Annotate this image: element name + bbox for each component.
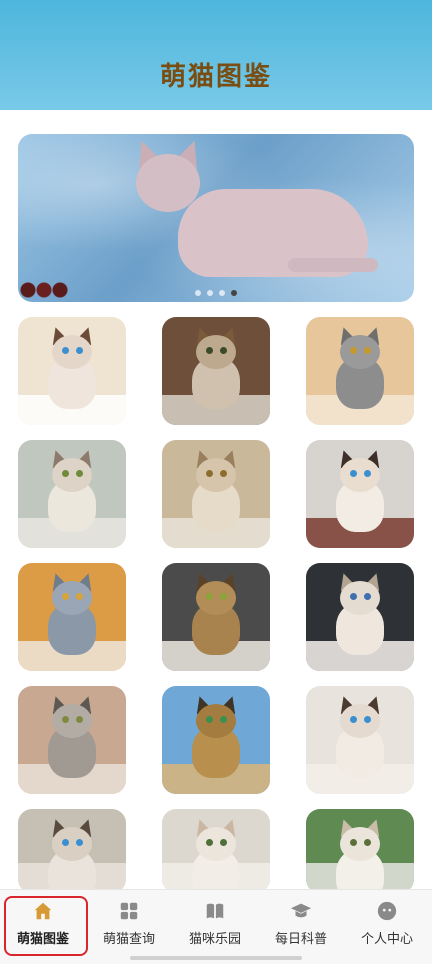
cat-eye	[62, 347, 69, 354]
cat-photo-card[interactable]	[18, 440, 126, 548]
cat-photo-card[interactable]	[18, 563, 126, 671]
cat-eye	[220, 593, 227, 600]
cat-photo-card[interactable]	[18, 317, 126, 425]
cat-eye	[350, 593, 357, 600]
carousel-dot[interactable]	[195, 290, 201, 296]
cat-eye	[206, 347, 213, 354]
hero-banner[interactable]	[18, 134, 414, 302]
cat-eye	[76, 347, 83, 354]
carousel-dot[interactable]	[219, 290, 225, 296]
cat-eye	[206, 593, 213, 600]
cat-head	[196, 458, 236, 492]
tab-personal-center[interactable]: 个人中心	[344, 900, 430, 956]
cat-head	[340, 458, 380, 492]
cat-eye	[76, 593, 83, 600]
cat-eye	[76, 470, 83, 477]
cat-eye	[76, 839, 83, 846]
cat-eye	[62, 839, 69, 846]
tab-cat-park[interactable]: 猫咪乐园	[172, 900, 258, 956]
tab-label: 萌猫查询	[102, 932, 155, 947]
tab-daily-science[interactable]: 每日科普	[258, 900, 344, 956]
cat-head	[52, 581, 92, 615]
banner-cat-head	[136, 154, 200, 212]
cat-photo-card[interactable]	[306, 809, 414, 893]
chat-bubble-icon	[377, 901, 397, 921]
tab-cat-search[interactable]: 萌猫查询	[86, 900, 172, 956]
cat-eye	[364, 593, 371, 600]
app-header: 萌猫图鉴	[0, 0, 432, 110]
cat-head	[52, 827, 92, 861]
cat-photo-card[interactable]	[18, 809, 126, 893]
cat-head	[196, 704, 236, 738]
cat-eye	[364, 839, 371, 846]
active-tab-highlight	[4, 896, 88, 956]
cat-head	[340, 704, 380, 738]
cat-head	[52, 335, 92, 369]
cat-photo-card[interactable]	[306, 317, 414, 425]
cat-eye	[350, 716, 357, 723]
cat-photo-card[interactable]	[162, 317, 270, 425]
cat-photo-card[interactable]	[162, 563, 270, 671]
cat-photo-card[interactable]	[162, 809, 270, 893]
cat-eye	[220, 716, 227, 723]
cat-photo-card[interactable]	[306, 563, 414, 671]
cat-head	[196, 335, 236, 369]
cat-head	[196, 827, 236, 861]
cat-eye	[364, 716, 371, 723]
grid-icon	[120, 902, 138, 920]
book-icon	[206, 903, 224, 919]
cat-eye	[350, 470, 357, 477]
tab-label: 个人中心	[360, 932, 413, 947]
cat-eye	[364, 347, 371, 354]
cat-head	[196, 581, 236, 615]
cat-photo-card[interactable]	[162, 440, 270, 548]
cat-eye	[206, 470, 213, 477]
cat-eye	[220, 470, 227, 477]
cat-eye	[62, 593, 69, 600]
cat-eye	[206, 839, 213, 846]
cat-photo-card[interactable]	[306, 440, 414, 548]
cat-eye	[220, 839, 227, 846]
tab-label: 猫咪乐园	[188, 932, 241, 947]
cat-photo-card[interactable]	[18, 686, 126, 794]
cat-photo-card[interactable]	[306, 686, 414, 794]
carousel-indicator	[18, 290, 414, 296]
carousel-dot[interactable]	[207, 290, 213, 296]
cat-eye	[76, 716, 83, 723]
cat-head	[52, 704, 92, 738]
cat-eye	[62, 716, 69, 723]
carousel-dot[interactable]	[231, 290, 237, 296]
cat-head	[340, 335, 380, 369]
cat-photo-card[interactable]	[162, 686, 270, 794]
cat-eye	[62, 470, 69, 477]
banner-cat-tail	[288, 258, 378, 272]
graduation-cap-icon	[290, 903, 312, 918]
page-title: 萌猫图鉴	[159, 62, 272, 92]
cat-eye	[350, 347, 357, 354]
cat-eye	[364, 470, 371, 477]
home-indicator	[130, 956, 302, 960]
cat-head	[340, 827, 380, 861]
cat-head	[52, 458, 92, 492]
cat-eye	[220, 347, 227, 354]
cat-head	[340, 581, 380, 615]
cat-eye	[206, 716, 213, 723]
tab-label: 每日科普	[274, 932, 327, 947]
cat-eye	[350, 839, 357, 846]
